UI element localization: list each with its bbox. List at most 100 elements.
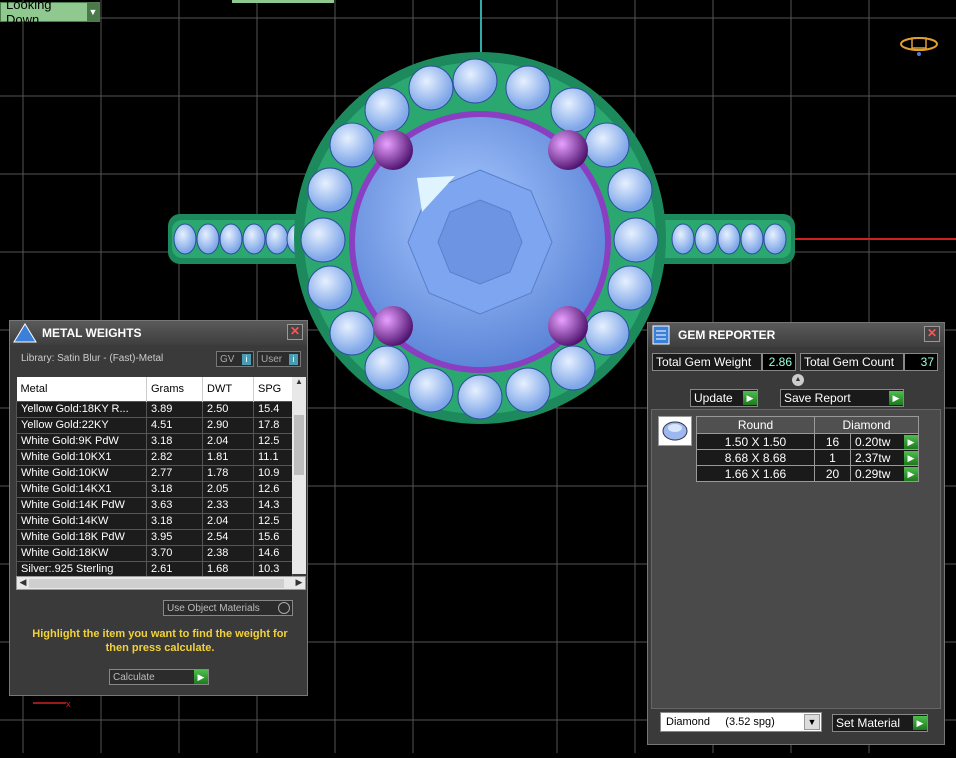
collapse-icon[interactable]: ▲ (792, 374, 804, 386)
dwt: 2.33 (202, 496, 254, 514)
total-weight-value: 2.86 (762, 353, 796, 371)
grams: 2.82 (146, 448, 203, 466)
library-label: Library: Satin Blur - (Fast)-Metal (21, 352, 164, 364)
use-object-materials-label: Use Object Materials (167, 602, 260, 614)
metal-name: White Gold:14KX1 (16, 480, 147, 498)
spg: 14.3 (253, 496, 293, 514)
table-row[interactable]: White Gold:9K PdW 3.18 2.04 12.5 (16, 432, 293, 450)
grams: 3.18 (146, 432, 203, 450)
update-button[interactable]: Update ▶ (690, 389, 758, 407)
material-select[interactable]: Diamond (3.52 spg) ▼ (660, 712, 822, 732)
table-row[interactable]: 8.68 X 8.68 1 2.37tw ▶ (696, 449, 919, 466)
table-row[interactable]: White Gold:18KW 3.70 2.38 14.6 (16, 544, 293, 562)
metal-name: White Gold:18KW (16, 544, 147, 562)
save-report-button[interactable]: Save Report ▶ (780, 389, 904, 407)
calculate-button[interactable]: Calculate ▶ (109, 669, 209, 685)
view-label: Looking Down (6, 0, 52, 27)
totals-row: Total Gem Weight 2.86 Total Gem Count 37 (652, 353, 938, 371)
spg: 12.5 (253, 512, 293, 530)
metal-name: White Gold:10KX1 (16, 448, 147, 466)
spg: 11.1 (253, 448, 293, 466)
metal-name: White Gold:14KW (16, 512, 147, 530)
dwt: 1.81 (202, 448, 254, 466)
grams: 3.95 (146, 528, 203, 546)
grams: 3.63 (146, 496, 203, 514)
info-icon: i (289, 354, 298, 365)
gem-count: 1 (814, 449, 851, 466)
dwt: 2.04 (202, 432, 254, 450)
horizontal-scrollbar[interactable]: ◀ ▶ (16, 576, 306, 590)
gem-weight: 0.20tw ▶ (850, 433, 919, 450)
set-material-label: Set Material (836, 716, 901, 730)
view-cube-icon[interactable] (900, 37, 938, 56)
close-icon[interactable]: ✕ (924, 326, 940, 342)
user-toggle[interactable]: User i (257, 351, 301, 367)
spg: 14.6 (253, 544, 293, 562)
table-row[interactable]: 1.50 X 1.50 16 0.20tw ▶ (696, 433, 919, 450)
spg: 12.5 (253, 432, 293, 450)
table-row[interactable]: White Gold:10KX1 2.82 1.81 11.1 (16, 448, 293, 466)
play-arrow-icon[interactable]: ▶ (904, 435, 918, 449)
table-row[interactable]: Yellow Gold:18KY R... 3.89 2.50 15.4 (16, 400, 293, 418)
svg-text:x: x (66, 699, 71, 709)
gem-table: Round Diamond 1.50 X 1.50 16 0.20tw ▶ 8.6… (696, 416, 919, 482)
chevron-down-icon[interactable]: ▼ (804, 714, 820, 730)
play-arrow-icon: ▶ (194, 670, 208, 684)
table-row[interactable]: White Gold:14KW 3.18 2.04 12.5 (16, 512, 293, 530)
grams: 2.61 (146, 560, 203, 578)
grams: 3.89 (146, 400, 203, 418)
col-grams[interactable]: Grams (146, 377, 203, 401)
dwt: 1.68 (202, 560, 254, 578)
metal-name: White Gold:10KW (16, 464, 147, 482)
gv-label: GV (220, 353, 235, 365)
chevron-down-icon[interactable]: ▼ (87, 3, 99, 21)
table-row[interactable]: White Gold:14KX1 3.18 2.05 12.6 (16, 480, 293, 498)
grams: 3.18 (146, 512, 203, 530)
play-arrow-icon[interactable]: ▶ (904, 451, 918, 465)
scroll-thumb[interactable] (29, 579, 284, 588)
scroll-up-icon[interactable]: ▲ (292, 377, 306, 389)
play-arrow-icon[interactable]: ▶ (904, 467, 918, 481)
metal-name: Silver:.925 Sterling (16, 560, 147, 578)
axis-gizmo-icon: x (33, 699, 71, 709)
gv-toggle[interactable]: GV i (216, 351, 254, 367)
table-row[interactable]: Yellow Gold:22KY 4.51 2.90 17.8 (16, 416, 293, 434)
metal-name: White Gold:9K PdW (16, 432, 147, 450)
metal-table: Metal Grams DWT SPG Yellow Gold:18KY R..… (16, 377, 293, 578)
view-selector[interactable]: Looking Down ▼ (0, 0, 100, 27)
table-row[interactable]: White Gold:10KW 2.77 1.78 10.9 (16, 464, 293, 482)
gem-report-area: Round Diamond 1.50 X 1.50 16 0.20tw ▶ 8.6… (651, 409, 941, 709)
use-object-materials-toggle[interactable]: Use Object Materials (163, 600, 293, 616)
col-metal[interactable]: Metal (16, 377, 147, 401)
panel-titlebar[interactable]: METAL WEIGHTS ✕ (10, 321, 307, 345)
total-count-label: Total Gem Count (800, 353, 904, 371)
table-row[interactable]: 1.66 X 1.66 20 0.29tw ▶ (696, 465, 919, 482)
set-material-button[interactable]: Set Material ▶ (832, 714, 928, 732)
grams: 3.70 (146, 544, 203, 562)
panel-title: METAL WEIGHTS (42, 326, 142, 340)
scroll-left-icon[interactable]: ◀ (17, 577, 29, 589)
col-dwt[interactable]: DWT (202, 377, 254, 401)
col-spg[interactable]: SPG (253, 377, 293, 401)
close-icon[interactable]: ✕ (287, 324, 303, 340)
info-icon: i (242, 354, 251, 365)
gem-weight-value: 2.37tw (855, 450, 891, 465)
metal-name: White Gold:18K PdW (16, 528, 147, 546)
play-arrow-icon: ▶ (913, 716, 927, 730)
gem-size: 1.50 X 1.50 (696, 433, 815, 450)
material-select-value: Diamond (3.52 spg) (666, 716, 775, 728)
table-row[interactable]: White Gold:14K PdW 3.63 2.33 14.3 (16, 496, 293, 514)
spg: 15.6 (253, 528, 293, 546)
metal-name: Yellow Gold:18KY R... (16, 400, 147, 418)
scroll-thumb[interactable] (294, 415, 304, 475)
table-row[interactable]: White Gold:18K PdW 3.95 2.54 15.6 (16, 528, 293, 546)
grams: 4.51 (146, 416, 203, 434)
panel-titlebar[interactable]: GEM REPORTER ✕ (648, 323, 944, 347)
scroll-right-icon[interactable]: ▶ (293, 577, 305, 589)
vertical-scrollbar[interactable]: ▲ (292, 377, 306, 574)
save-report-label: Save Report (784, 391, 851, 405)
table-row[interactable]: Silver:.925 Sterling 2.61 1.68 10.3 (16, 560, 293, 578)
gem-count: 20 (814, 465, 851, 482)
gem-count: 16 (814, 433, 851, 450)
panel-title: GEM REPORTER (678, 328, 776, 342)
